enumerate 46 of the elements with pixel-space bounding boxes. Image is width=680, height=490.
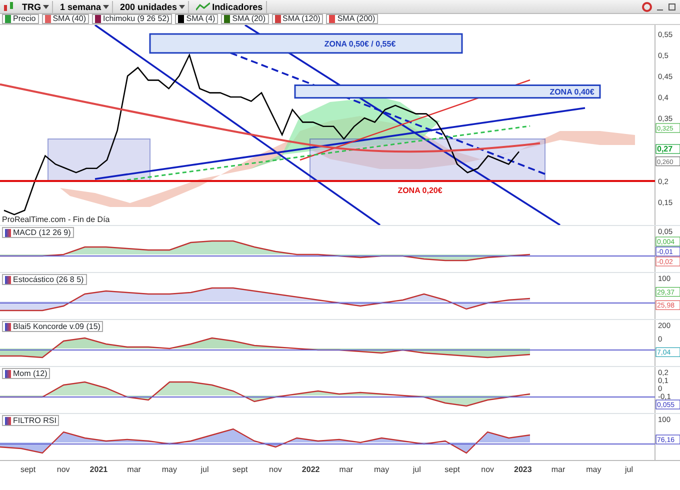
axis-label: may (374, 465, 390, 474)
legend-item[interactable]: SMA (120) (272, 14, 324, 24)
caret-icon (43, 4, 49, 8)
axis-label: may (586, 465, 602, 474)
symbol-dropdown[interactable]: TRG (19, 0, 53, 12)
legend-item[interactable]: SMA (200) (326, 14, 378, 24)
legend-item[interactable]: Precio (2, 14, 39, 24)
zone-label: ZONA 0,20€ (398, 186, 442, 195)
axis-label: mar (127, 465, 141, 474)
zone-label: ZONA 0,50€ / 0,55€ (324, 40, 396, 49)
axis-label: 2023 (514, 465, 532, 474)
axis-label: nov (481, 465, 494, 474)
axis-label: mar (339, 465, 354, 474)
axis-label: nov (56, 465, 70, 474)
axis-label: sept (444, 465, 460, 474)
period-dropdown[interactable]: 1 semana (57, 0, 114, 12)
indicators-button[interactable]: Indicadores (193, 0, 267, 12)
axis-label: sept (232, 465, 248, 474)
axis-label: mar (551, 465, 566, 474)
maximize-icon[interactable] (668, 2, 676, 12)
axis-label: may (162, 465, 177, 474)
indicator-label[interactable]: Blai5 Koncorde v.09 (15) (2, 321, 104, 332)
zone-label: ZONA 0,40€ (550, 88, 594, 97)
legend-item[interactable]: SMA (20) (221, 14, 269, 24)
axis-label: nov (269, 465, 282, 474)
indicator-label[interactable]: MACD (12 26 9) (2, 227, 74, 238)
axis-label: 2022 (302, 465, 320, 474)
axis-label: 2021 (90, 465, 108, 474)
refresh-icon[interactable] (642, 2, 652, 12)
axis-label: jul (200, 465, 209, 474)
candles-icon[interactable] (3, 1, 15, 12)
axis-label: jul (412, 465, 421, 474)
indicator-label[interactable]: FILTRO RSI (2, 415, 60, 426)
value-badge: 0,27 (656, 144, 680, 154)
axis-label: sept (20, 465, 36, 474)
chart-icon (196, 2, 210, 12)
axis-label: jul (625, 465, 633, 474)
legend-item[interactable]: SMA (40) (42, 14, 90, 24)
legend-item[interactable]: Ichimoku (9 26 52) (92, 14, 172, 24)
indicator-label[interactable]: Estocástico (26 8 5) (2, 274, 87, 285)
caret-icon (103, 4, 110, 8)
caret-icon (179, 4, 186, 8)
indicator-label[interactable]: Mom (12) (2, 368, 50, 379)
legend-item[interactable]: SMA (4) (175, 14, 218, 24)
units-dropdown[interactable]: 200 unidades (117, 0, 190, 12)
source-label: ProRealTime.com - Fin de Día (2, 215, 110, 224)
